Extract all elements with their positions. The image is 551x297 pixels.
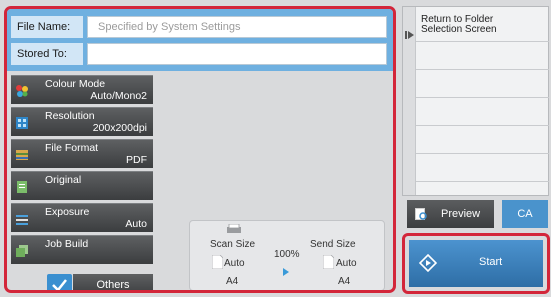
colour-mode-button[interactable]: Colour Mode Auto/Mono2 [11,75,153,104]
ca-button[interactable]: CA [502,200,548,228]
ratio-text: 100% [274,249,300,260]
file-format-value: PDF [126,154,147,166]
favourites-check-button[interactable] [47,274,72,290]
colour-mode-label: Colour Mode [45,78,106,90]
original-button[interactable]: Original [11,171,153,200]
folder-panel: Return to Folder Selection Screen [402,6,549,196]
resolution-label: Resolution [45,110,95,122]
settings-panel: File Name: Specified by System Settings … [4,6,396,293]
folder-list-divider [416,125,549,126]
return-label-line2: Selection Screen [421,24,497,35]
colour-icon [16,85,28,97]
return-to-folder-button[interactable]: Return to Folder Selection Screen [421,15,497,35]
scan-size-label: Scan Size [210,239,256,250]
scanner-icon [227,224,241,233]
preview-button[interactable]: Preview [407,200,494,228]
scan-size-value: Auto [224,258,245,269]
stored-to-label: Stored To: [11,43,83,65]
folder-list-divider [416,181,549,182]
folder-list-divider [416,153,549,154]
job-build-label: Job Build [45,238,89,250]
stored-to-input[interactable] [87,43,387,65]
start-button-frame: Start [402,233,550,294]
original-icon [17,181,27,193]
send-paper-icon [323,255,334,269]
file-name-input[interactable]: Specified by System Settings [87,16,387,38]
scan-size-paper: A4 [226,276,239,287]
file-fields-bar: File Name: Specified by System Settings … [7,9,393,71]
resolution-value: 200x200dpi [92,122,147,134]
exposure-value: Auto [125,218,147,230]
folder-list-divider [416,97,549,98]
scan-size-summary[interactable]: Scan Size Auto A4 100% Send Size Auto A4 [189,220,385,290]
file-format-label: File Format [45,142,99,154]
file-format-button[interactable]: File Format PDF [11,139,153,168]
scan-paper-icon [212,255,223,269]
job-build-button[interactable]: Job Build [11,235,153,264]
job-build-icon [16,245,28,257]
original-label: Original [45,174,82,186]
return-arrow-icon [405,31,414,39]
start-icon [419,254,437,272]
folder-list-divider [416,41,549,42]
send-size-paper: A4 [338,276,351,287]
preview-icon [415,208,427,220]
checkmark-icon [52,279,67,290]
resolution-icon [16,117,28,129]
others-button[interactable]: Others [73,274,153,290]
colour-mode-value: Auto/Mono2 [90,90,147,102]
exposure-button[interactable]: Exposure Auto [11,203,153,232]
start-button[interactable]: Start [409,240,543,287]
send-size-value: Auto [336,258,357,269]
file-name-label: File Name: [11,16,83,38]
preview-label: Preview [441,208,481,220]
resolution-button[interactable]: Resolution 200x200dpi [11,107,153,136]
send-size-label: Send Size [310,239,356,250]
exposure-icon [16,215,28,225]
exposure-label: Exposure [45,206,90,218]
file-format-icon [16,150,28,160]
folder-list-divider [416,69,549,70]
folder-panel-gutter [403,7,416,195]
arrow-right-icon [283,268,289,276]
start-label: Start [479,256,503,268]
